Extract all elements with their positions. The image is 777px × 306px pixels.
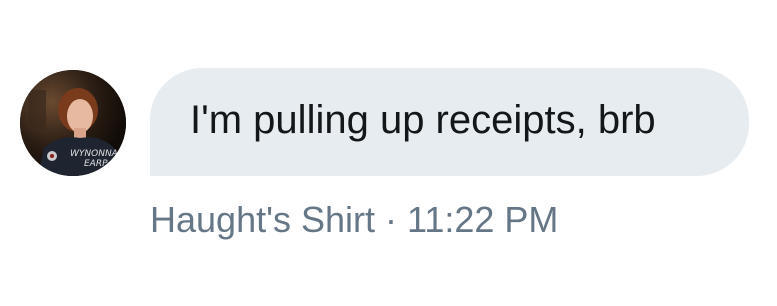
dm-message-row: WYNONNA EARP I'm pulling up receipts, br… (0, 0, 777, 306)
svg-text:EARP: EARP (84, 159, 108, 169)
message-timestamp: 11:22 PM (406, 199, 559, 240)
message-bubble[interactable]: I'm pulling up receipts, brb (150, 68, 749, 176)
sender-avatar[interactable]: WYNONNA EARP (20, 70, 126, 176)
message-meta: Haught's Shirt · 11:22 PM (150, 199, 558, 241)
svg-text:WYNONNA: WYNONNA (70, 149, 118, 159)
meta-separator: · (384, 199, 397, 240)
message-text: I'm pulling up receipts, brb (190, 98, 656, 142)
sender-name[interactable]: Haught's Shirt (150, 199, 375, 240)
avatar-photo-icon: WYNONNA EARP (20, 70, 126, 176)
